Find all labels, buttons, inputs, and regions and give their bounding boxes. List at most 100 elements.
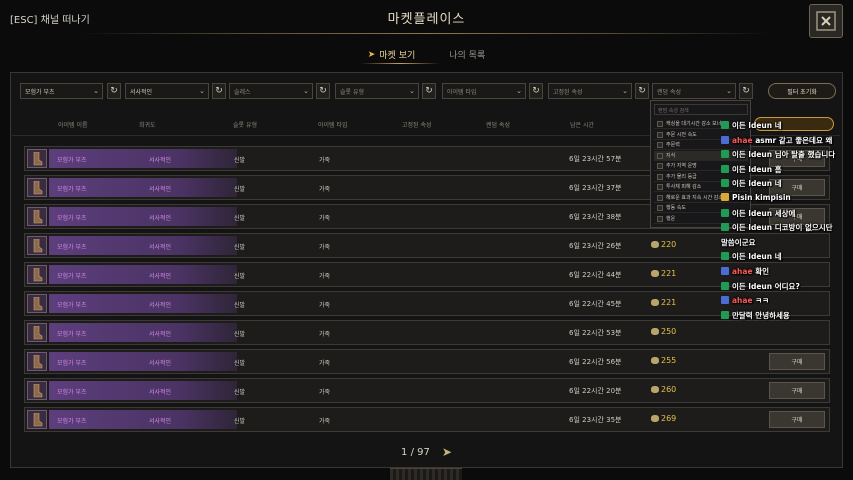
attr-option-label: 캐싱을 대기시간 감소 보너스 (666, 121, 726, 127)
class-filter[interactable]: 슬레스 ⌄ (229, 83, 313, 99)
attr-option-label: 행동 속도 (666, 205, 686, 211)
attr-search-input[interactable]: 랜덤 속성 검색 (654, 104, 748, 115)
column-header[interactable]: 아이템 타입 (318, 120, 348, 129)
table-row[interactable]: 모험가 부츠 서사적인 신발 가죽 6일 22시간 45분 221 (24, 291, 830, 316)
chat-text: 만달력 안녕하세용 (732, 310, 790, 320)
checkbox[interactable] (657, 121, 663, 127)
item-type: 가죽 (319, 389, 331, 396)
table-row[interactable]: 모험가 부츠 서사적인 신발 가죽 6일 22시간 56분 255 구매 (24, 349, 830, 374)
reset-filters-button[interactable]: 필터 초기화 (768, 83, 836, 99)
checkbox[interactable] (657, 173, 663, 180)
chat-message: 이든 ldeun 흠 (721, 164, 782, 175)
column-header[interactable]: 슬롯 유형 (233, 120, 257, 129)
chat-username[interactable]: ahae (732, 267, 753, 276)
user-badge-icon (721, 164, 729, 173)
close-button[interactable] (809, 4, 843, 38)
chat-message: ahae ㅋㅋ (721, 295, 769, 306)
attr-option-label: 행운 (666, 215, 676, 222)
checkbox[interactable] (657, 152, 663, 159)
table-row[interactable]: 모험가 부츠 서사적인 신발 가죽 6일 22시간 20분 260 구매 (24, 378, 830, 403)
gold-coin-icon (651, 386, 659, 393)
chat-username[interactable]: 이든 ldeun (732, 150, 772, 159)
chat-text: 확인 (755, 267, 769, 276)
table-row[interactable]: 모험가 부츠 서사적인 신발 가죽 6일 23시간 26분 220 (24, 233, 830, 258)
chat-username[interactable]: 이든 ldeun (732, 179, 772, 188)
refresh-button[interactable]: ↻ (212, 83, 226, 99)
buy-button[interactable]: 구매 (769, 382, 825, 399)
tab-market-view[interactable]: ➤ 마켓 보기 (364, 48, 420, 62)
tab-label: 나의 목록 (449, 51, 486, 61)
attr-option-label: 주문 시전 속도 (666, 131, 697, 138)
chat-username[interactable]: 이든 ldeun (732, 165, 772, 174)
chat-username[interactable]: ahae (732, 296, 753, 305)
boot-icon (27, 294, 47, 313)
chat-username[interactable]: Pisin (732, 193, 752, 202)
chat-username[interactable]: 이든 ldeun (732, 282, 772, 291)
chevron-down-icon: ⌄ (409, 87, 415, 95)
arrow-right-icon: ➤ (367, 49, 376, 60)
chevron-down-icon: ⌄ (622, 87, 628, 95)
item-slot: 신발 (234, 273, 246, 280)
column-header[interactable]: 고정된 속성 (402, 120, 432, 129)
item-type: 가죽 (319, 360, 331, 367)
boot-icon (27, 352, 47, 371)
item-name-filter[interactable]: 모험가 부츠 ⌄ (20, 83, 103, 99)
chat-message: 만달력 안녕하세용 (721, 310, 790, 321)
chat-text: 세상에 (774, 208, 796, 218)
checkbox[interactable] (657, 184, 663, 190)
rarity-filter[interactable]: 서사적인 ⌄ (125, 83, 209, 99)
item-slot: 신발 (234, 418, 246, 425)
attr-option-label: 해로운 효과 지속 시간 감소 (666, 194, 723, 201)
item-rarity: 서사적인 (149, 215, 172, 222)
column-header[interactable]: 희귀도 (139, 120, 156, 129)
attr-option-label: 지식 (666, 152, 676, 159)
buy-button[interactable]: 구매 (769, 353, 825, 370)
gold-coin-icon (651, 357, 659, 364)
item-name: 모험가 부츠 (57, 331, 87, 338)
checkbox[interactable] (657, 142, 663, 148)
user-badge-icon (721, 193, 729, 201)
time-left: 6일 22시간 53분 (569, 329, 622, 337)
refresh-button[interactable]: ↻ (107, 83, 121, 99)
fixed-attr-filter[interactable]: 고정된 속성 ⌄ (548, 83, 632, 99)
checkbox[interactable] (657, 131, 663, 138)
chat-text: kimpisin (755, 193, 791, 202)
chat-username[interactable]: 이든 ldeun (732, 121, 772, 130)
column-header[interactable]: 남은 시간 (570, 120, 594, 129)
market-tabs: ➤ 마켓 보기 나의 목록 (0, 48, 853, 62)
filter-bar: 모험가 부츠 ⌄ ↻ 서사적인 ⌄ ↻ 슬레스 ⌄ ↻ 슬롯 유형 ⌄ ↻ 아이템 타입… (20, 83, 836, 101)
refresh-button[interactable]: ↻ (316, 83, 330, 99)
refresh-button[interactable]: ↻ (422, 83, 436, 99)
refresh-button[interactable]: ↻ (529, 83, 543, 99)
checkbox[interactable] (657, 205, 663, 211)
table-row[interactable]: 모험가 부츠 서사적인 신발 가죽 6일 23시간 35분 269 구매 (24, 407, 830, 432)
item-type: 가죽 (319, 157, 331, 164)
buy-button[interactable]: 구매 (769, 411, 825, 428)
table-row[interactable]: 모험가 부츠 서사적인 신발 가죽 6일 22시간 44분 221 (24, 262, 830, 287)
chevron-down-icon: ⌄ (726, 87, 732, 95)
next-page-icon[interactable]: ➤ (442, 445, 452, 459)
column-header[interactable]: 아이템 이름 (58, 120, 88, 129)
checkbox[interactable] (657, 194, 663, 201)
item-type: 가죽 (319, 331, 331, 338)
checkbox[interactable] (657, 163, 663, 169)
pagination: 1 / 97 ➤ (0, 445, 853, 459)
random-attr-filter[interactable]: 랜덤 속성 ⌄ (652, 83, 736, 99)
chat-username[interactable]: ahae (732, 136, 753, 145)
price-value: 250 (661, 327, 677, 336)
checkbox[interactable] (657, 215, 663, 222)
refresh-button[interactable]: ↻ (635, 83, 649, 99)
tab-my-listings[interactable]: 나의 목록 (445, 48, 489, 61)
price-value: 220 (661, 240, 677, 249)
slot-type-filter[interactable]: 슬롯 유형 ⌄ (335, 83, 419, 99)
refresh-button[interactable]: ↻ (739, 83, 753, 99)
chat-username[interactable]: 이든 ldeun (732, 209, 772, 218)
time-left: 6일 23시간 37분 (569, 184, 622, 192)
table-row[interactable]: 모험가 부츠 서사적인 신발 가죽 6일 22시간 53분 250 (24, 320, 830, 345)
column-header[interactable]: 랜덤 속성 (486, 120, 510, 129)
chat-text: asmr 같고 좋은데요 왜 (755, 135, 833, 145)
chat-username[interactable]: 이든 ldeun (732, 223, 772, 232)
chat-text: ㅋㅋ (755, 296, 769, 306)
item-type-filter[interactable]: 아이템 타입 ⌄ (442, 83, 526, 99)
chat-username[interactable]: 이든 ldeun (732, 252, 772, 261)
